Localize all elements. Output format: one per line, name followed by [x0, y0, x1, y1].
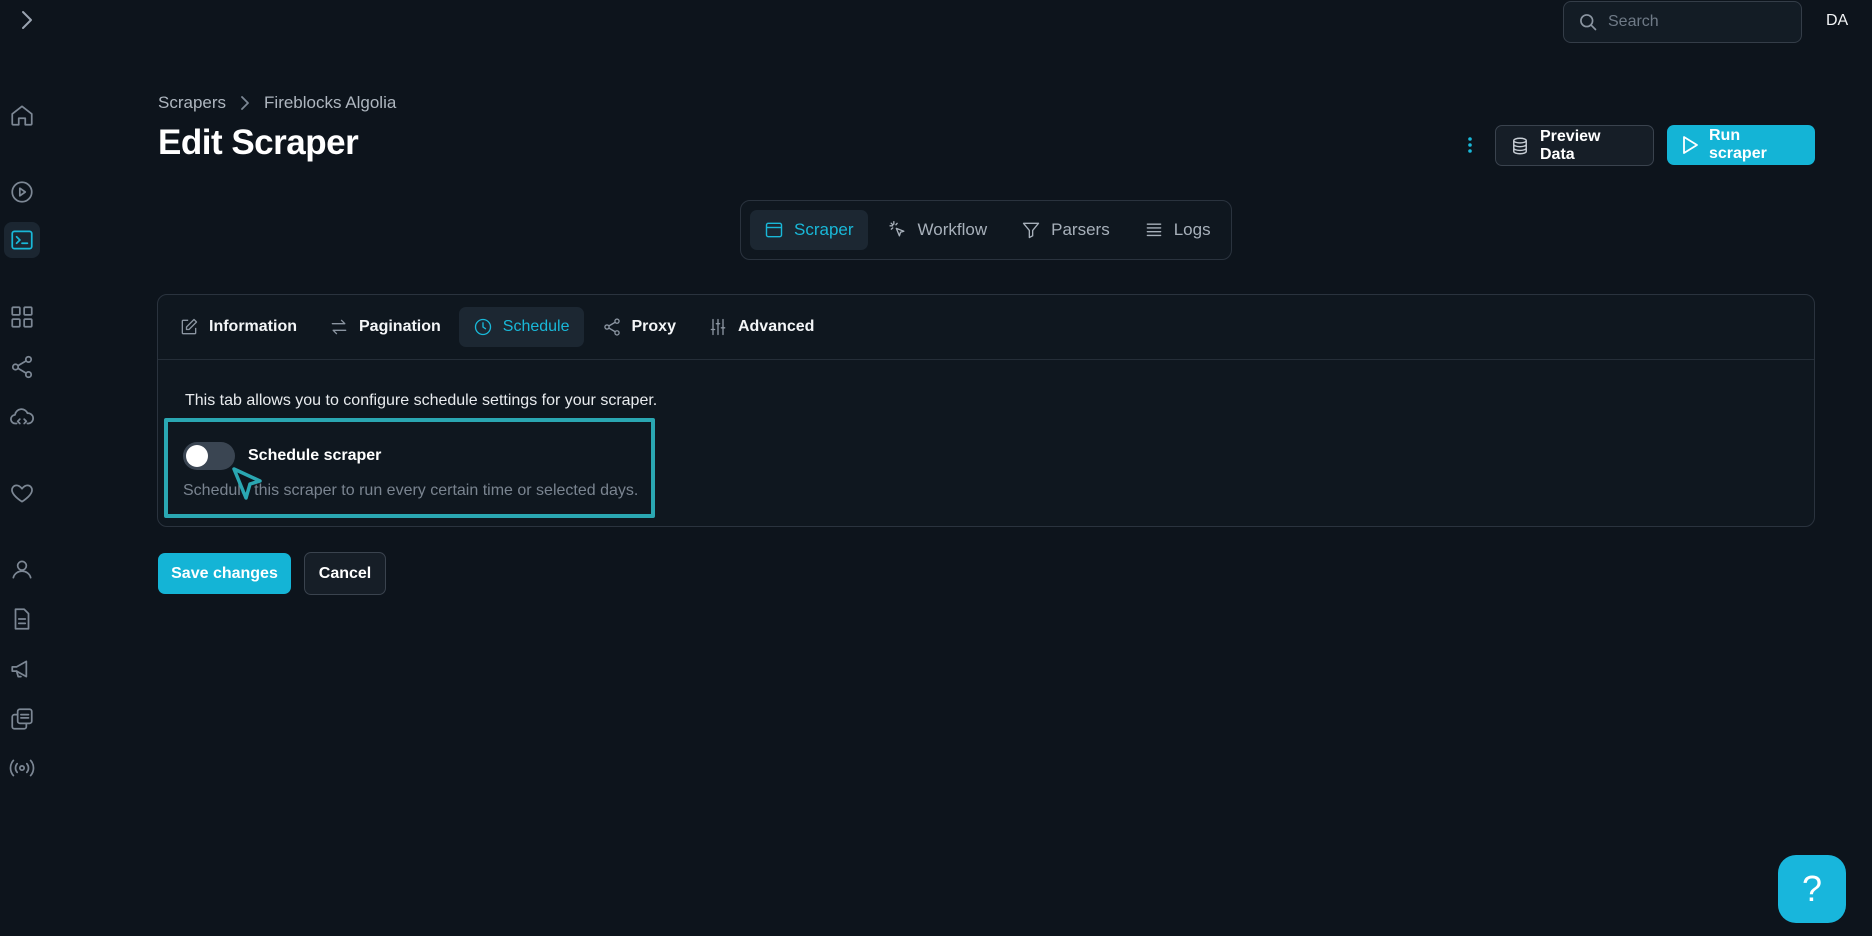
tab-pagination[interactable]: Pagination: [315, 307, 455, 347]
share-nodes-icon[interactable]: [4, 349, 40, 385]
schedule-toggle[interactable]: [183, 442, 235, 470]
home-icon[interactable]: [4, 97, 40, 133]
chevron-right-icon: [240, 96, 250, 110]
megaphone-icon[interactable]: [4, 651, 40, 687]
tab-label: Advanced: [737, 318, 815, 335]
terminal-icon[interactable]: [4, 222, 40, 258]
more-options-icon[interactable]: [1460, 131, 1480, 159]
grid-apps-icon[interactable]: [4, 299, 40, 335]
search-input[interactable]: [1608, 13, 1788, 31]
segment-label: Scraper: [794, 220, 854, 239]
heart-icon[interactable]: [4, 475, 40, 511]
segment-workflow[interactable]: Workflow: [874, 210, 1002, 250]
tab-label: Proxy: [631, 318, 676, 335]
toggle-knob: [186, 445, 208, 467]
tab-schedule[interactable]: Schedule: [458, 307, 584, 347]
list-lines-icon: [1144, 220, 1164, 240]
section-switcher: Scraper Workflow Parsers Logs: [740, 200, 1232, 260]
sidebar: [0, 0, 44, 936]
sliders-icon: [708, 317, 728, 337]
clock-icon: [473, 317, 493, 337]
arrows-swap-icon: [329, 317, 349, 337]
mouse-cursor-icon: [232, 467, 264, 501]
segment-parsers[interactable]: Parsers: [1007, 210, 1124, 250]
tab-advanced[interactable]: Advanced: [694, 307, 828, 347]
search-box[interactable]: [1563, 1, 1802, 43]
help-button[interactable]: ?: [1778, 855, 1846, 923]
copy-docs-icon[interactable]: [4, 701, 40, 737]
page-title: Edit Scraper: [158, 123, 359, 162]
filter-funnel-icon: [1021, 220, 1041, 240]
settings-tabs: Information Pagination Schedule Proxy Ad…: [158, 295, 1814, 360]
user-icon[interactable]: [4, 551, 40, 587]
question-mark-icon: ?: [1801, 868, 1823, 909]
pencil-edit-icon: [179, 317, 199, 337]
segment-scraper[interactable]: Scraper: [750, 210, 868, 250]
preview-data-button[interactable]: Preview Data: [1495, 125, 1654, 166]
tab-label: Information: [209, 318, 297, 335]
browser-window-icon: [764, 220, 784, 240]
tab-information[interactable]: Information: [165, 307, 311, 347]
schedule-description: This tab allows you to configure schedul…: [185, 392, 658, 409]
play-icon: [1681, 135, 1699, 155]
search-icon: [1578, 12, 1598, 32]
schedule-toggle-highlight: Schedule scraper Schedule this scraper t…: [164, 418, 655, 518]
run-scraper-button[interactable]: Run scraper: [1667, 125, 1815, 165]
segment-label: Parsers: [1051, 220, 1110, 239]
database-icon: [1510, 135, 1530, 157]
user-avatar[interactable]: DA: [1826, 12, 1848, 30]
document-icon[interactable]: [4, 601, 40, 637]
tab-proxy[interactable]: Proxy: [588, 307, 690, 347]
save-changes-button[interactable]: Save changes: [158, 553, 291, 594]
segment-logs[interactable]: Logs: [1130, 210, 1225, 250]
settings-panel: Information Pagination Schedule Proxy Ad…: [157, 294, 1815, 527]
tab-label: Pagination: [359, 318, 441, 335]
pointer-click-icon: [888, 220, 908, 240]
preview-data-label: Preview Data: [1540, 127, 1601, 163]
breadcrumb: Scrapers Fireblocks Algolia: [158, 93, 396, 113]
segment-label: Workflow: [917, 220, 988, 239]
breadcrumb-scrapers-link[interactable]: Scrapers: [158, 93, 226, 113]
expand-sidebar-icon[interactable]: [20, 10, 34, 30]
run-scraper-label: Run scraper: [1709, 127, 1767, 162]
play-circle-icon[interactable]: [4, 174, 40, 210]
tab-label: Schedule: [502, 318, 570, 335]
segment-label: Logs: [1173, 220, 1211, 239]
cancel-button[interactable]: Cancel: [304, 552, 386, 595]
broadcast-icon[interactable]: [4, 750, 40, 786]
schedule-toggle-label: Schedule scraper: [248, 447, 382, 464]
cloud-code-icon[interactable]: [4, 399, 40, 435]
breadcrumb-current[interactable]: Fireblocks Algolia: [264, 93, 396, 113]
share-nodes-icon: [602, 317, 622, 337]
